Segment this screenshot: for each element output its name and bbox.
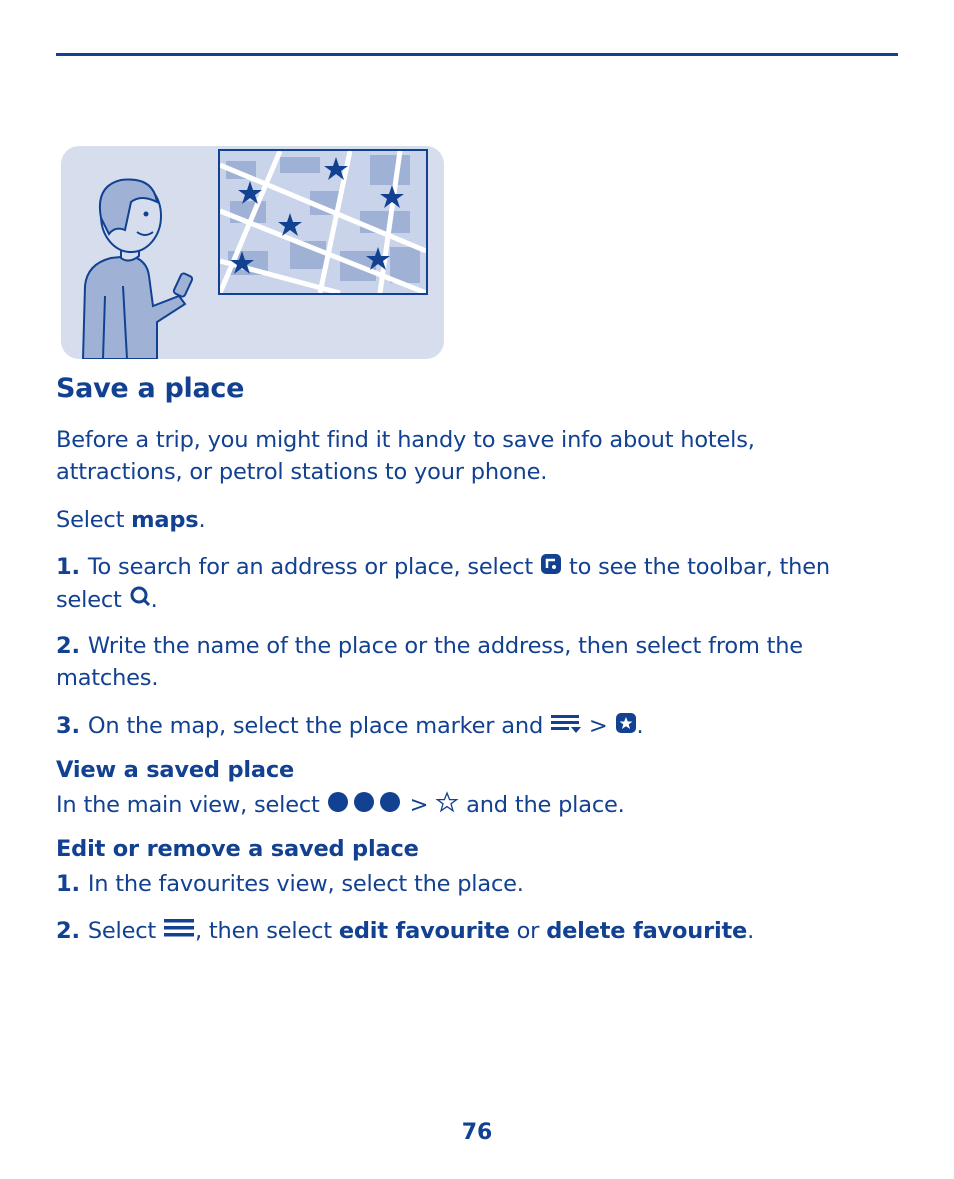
view-saved-text: In the main view, select > and the place… bbox=[56, 789, 906, 822]
toolbar-toggle-icon bbox=[540, 552, 562, 584]
options-menu-icon bbox=[550, 711, 582, 743]
step-2: 2. Write the name of the place or the add… bbox=[56, 633, 803, 691]
view-saved-title: View a saved place bbox=[56, 757, 295, 783]
more-dots-icon bbox=[327, 790, 403, 822]
search-icon bbox=[129, 584, 151, 616]
step-3: 3. On the map, select the place marker an… bbox=[56, 710, 906, 743]
page-number: 76 bbox=[461, 1120, 493, 1145]
edit-step-2: 2. Select , then select edit favourite or… bbox=[56, 915, 906, 948]
illustration bbox=[61, 146, 444, 359]
section-title: Save a place bbox=[56, 373, 245, 404]
map-thumbnail bbox=[218, 149, 428, 295]
star-outline-icon bbox=[435, 790, 459, 822]
intro-paragraph: Before a trip, you might find it handy t… bbox=[56, 427, 755, 485]
menu-icon bbox=[163, 916, 195, 948]
select-maps-line: Select maps. bbox=[56, 507, 206, 533]
edit-step-1: 1. In the favourites view, select the pla… bbox=[56, 871, 524, 897]
header-rule bbox=[56, 53, 898, 56]
step-1: 1. To search for an address or place, sel… bbox=[56, 551, 906, 616]
person-illustration bbox=[81, 178, 194, 359]
maps-app-name: maps bbox=[131, 507, 199, 533]
favourite-star-button-icon bbox=[615, 711, 637, 743]
edit-saved-title: Edit or remove a saved place bbox=[56, 836, 419, 862]
